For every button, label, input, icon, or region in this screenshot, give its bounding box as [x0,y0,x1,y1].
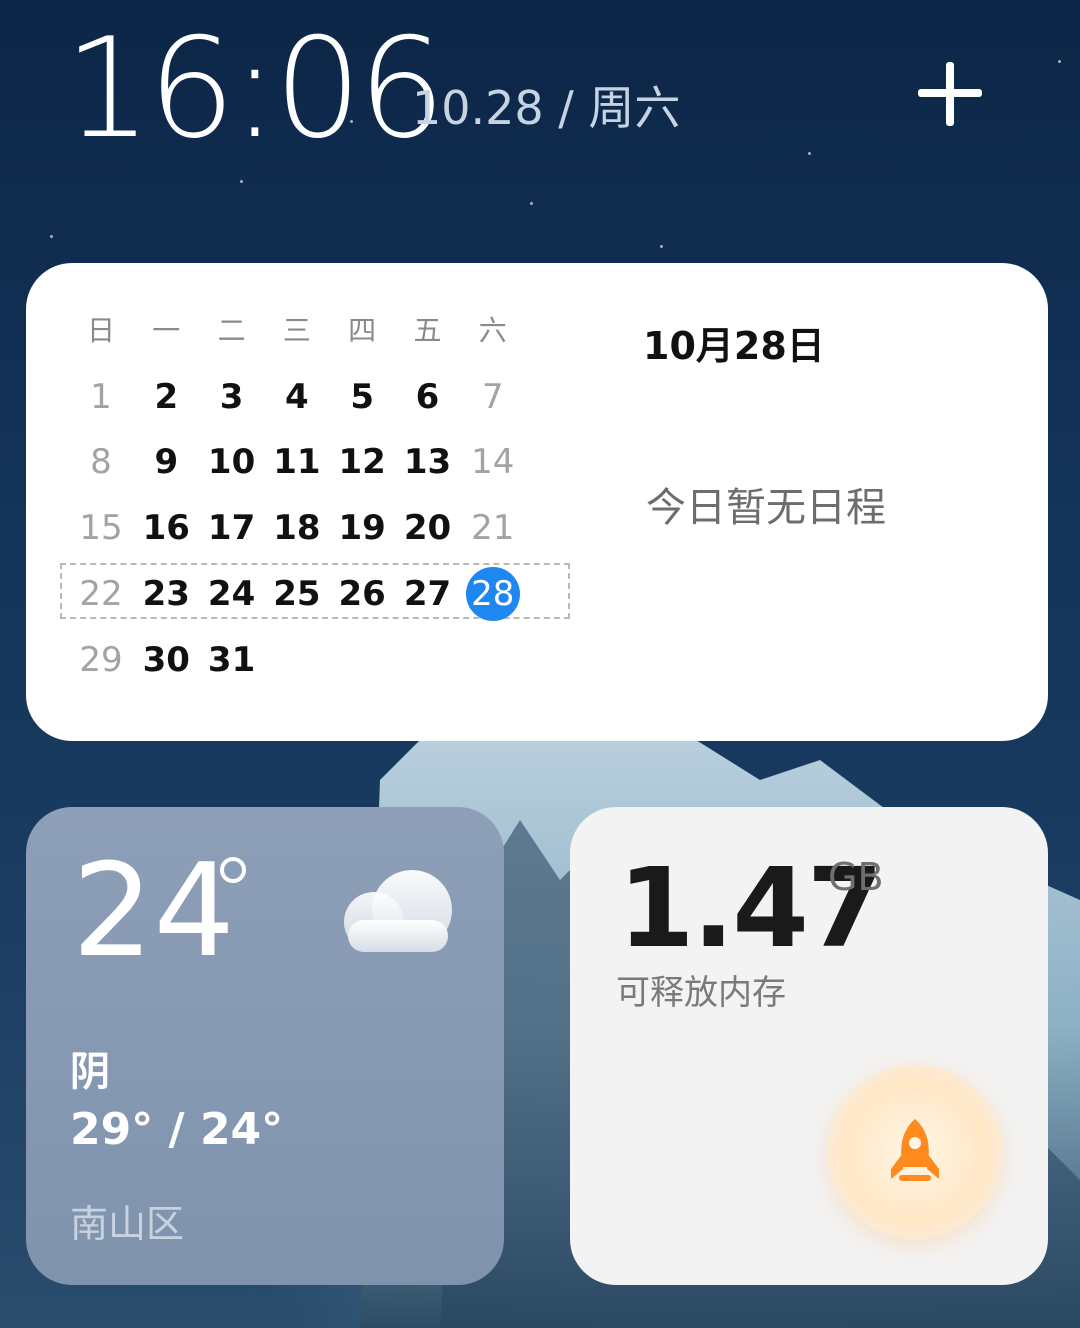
calendar-day[interactable]: 7 [461,369,525,425]
calendar-widget[interactable]: 日一二三四五六 1 2 3 4 5 6 7 8 9 10 11 12 13 14 15 16 17 18 19 20 21… [26,263,1048,741]
rocket-icon [891,1119,939,1181]
star [530,202,533,205]
calendar-day[interactable]: 9 [134,434,198,490]
weekday-header: 四 [348,314,377,347]
clock-time: 16:06 [64,8,446,169]
calendar-selected-date: 10月28日 [643,324,825,368]
weekday-header: 二 [217,314,246,347]
weather-condition: 阴 [70,1049,110,1095]
calendar-day[interactable]: 21 [461,500,525,556]
calendar-day[interactable]: 18 [265,500,329,556]
calendar-day[interactable]: 19 [330,500,394,556]
weekday-header: 三 [282,314,311,347]
memory-widget[interactable]: 1.47 GB 可释放内存 [570,807,1048,1285]
calendar-empty-message: 今日暂无日程 [646,485,886,531]
calendar-day[interactable]: 22 [69,566,133,622]
calendar-day[interactable]: 23 [134,566,198,622]
degree-symbol [220,857,246,883]
calendar-day[interactable]: 15 [69,500,133,556]
calendar-day[interactable]: 2 [134,369,198,425]
calendar-day[interactable]: 3 [200,369,264,425]
cloud-icon [344,870,452,952]
weather-location: 南山区 [70,1202,185,1246]
calendar-day[interactable]: 5 [330,369,394,425]
boost-button[interactable] [828,1065,1002,1239]
weekday-header: 一 [152,314,181,347]
calendar-day[interactable]: 14 [461,434,525,490]
star [240,180,243,183]
calendar-day[interactable]: 26 [330,566,394,622]
add-widget-button[interactable] [912,56,988,132]
memory-unit: GB [828,855,884,899]
calendar-day[interactable]: 11 [265,434,329,490]
star [1058,60,1061,63]
calendar-day[interactable]: 13 [396,434,460,490]
weekday-header: 六 [478,314,507,347]
calendar-day[interactable]: 31 [200,632,264,688]
calendar-day[interactable]: 29 [69,632,133,688]
star [808,152,811,155]
memory-label: 可释放内存 [616,973,786,1013]
clock-date: 10.28 / 周六 [412,81,681,135]
star [660,245,663,248]
calendar-day[interactable]: 1 [69,369,133,425]
weather-range: 29° / 24° [70,1104,284,1155]
weekday-header: 日 [86,314,115,347]
weather-temperature: 24 [72,837,235,986]
calendar-day[interactable]: 6 [396,369,460,425]
calendar-day-today[interactable]: 28 [461,566,525,622]
weekday-header: 五 [413,314,442,347]
calendar-day[interactable]: 24 [200,566,264,622]
calendar-day[interactable]: 30 [134,632,198,688]
star [50,235,53,238]
weather-widget[interactable]: 24 阴 29° / 24° 南山区 [26,807,504,1285]
calendar-day[interactable]: 10 [200,434,264,490]
calendar-day[interactable]: 8 [69,434,133,490]
calendar-day[interactable]: 25 [265,566,329,622]
calendar-day[interactable]: 20 [396,500,460,556]
calendar-day[interactable]: 17 [200,500,264,556]
calendar-day[interactable]: 27 [396,566,460,622]
calendar-day[interactable]: 16 [134,500,198,556]
calendar-day[interactable]: 4 [265,369,329,425]
calendar-day[interactable]: 12 [330,434,394,490]
